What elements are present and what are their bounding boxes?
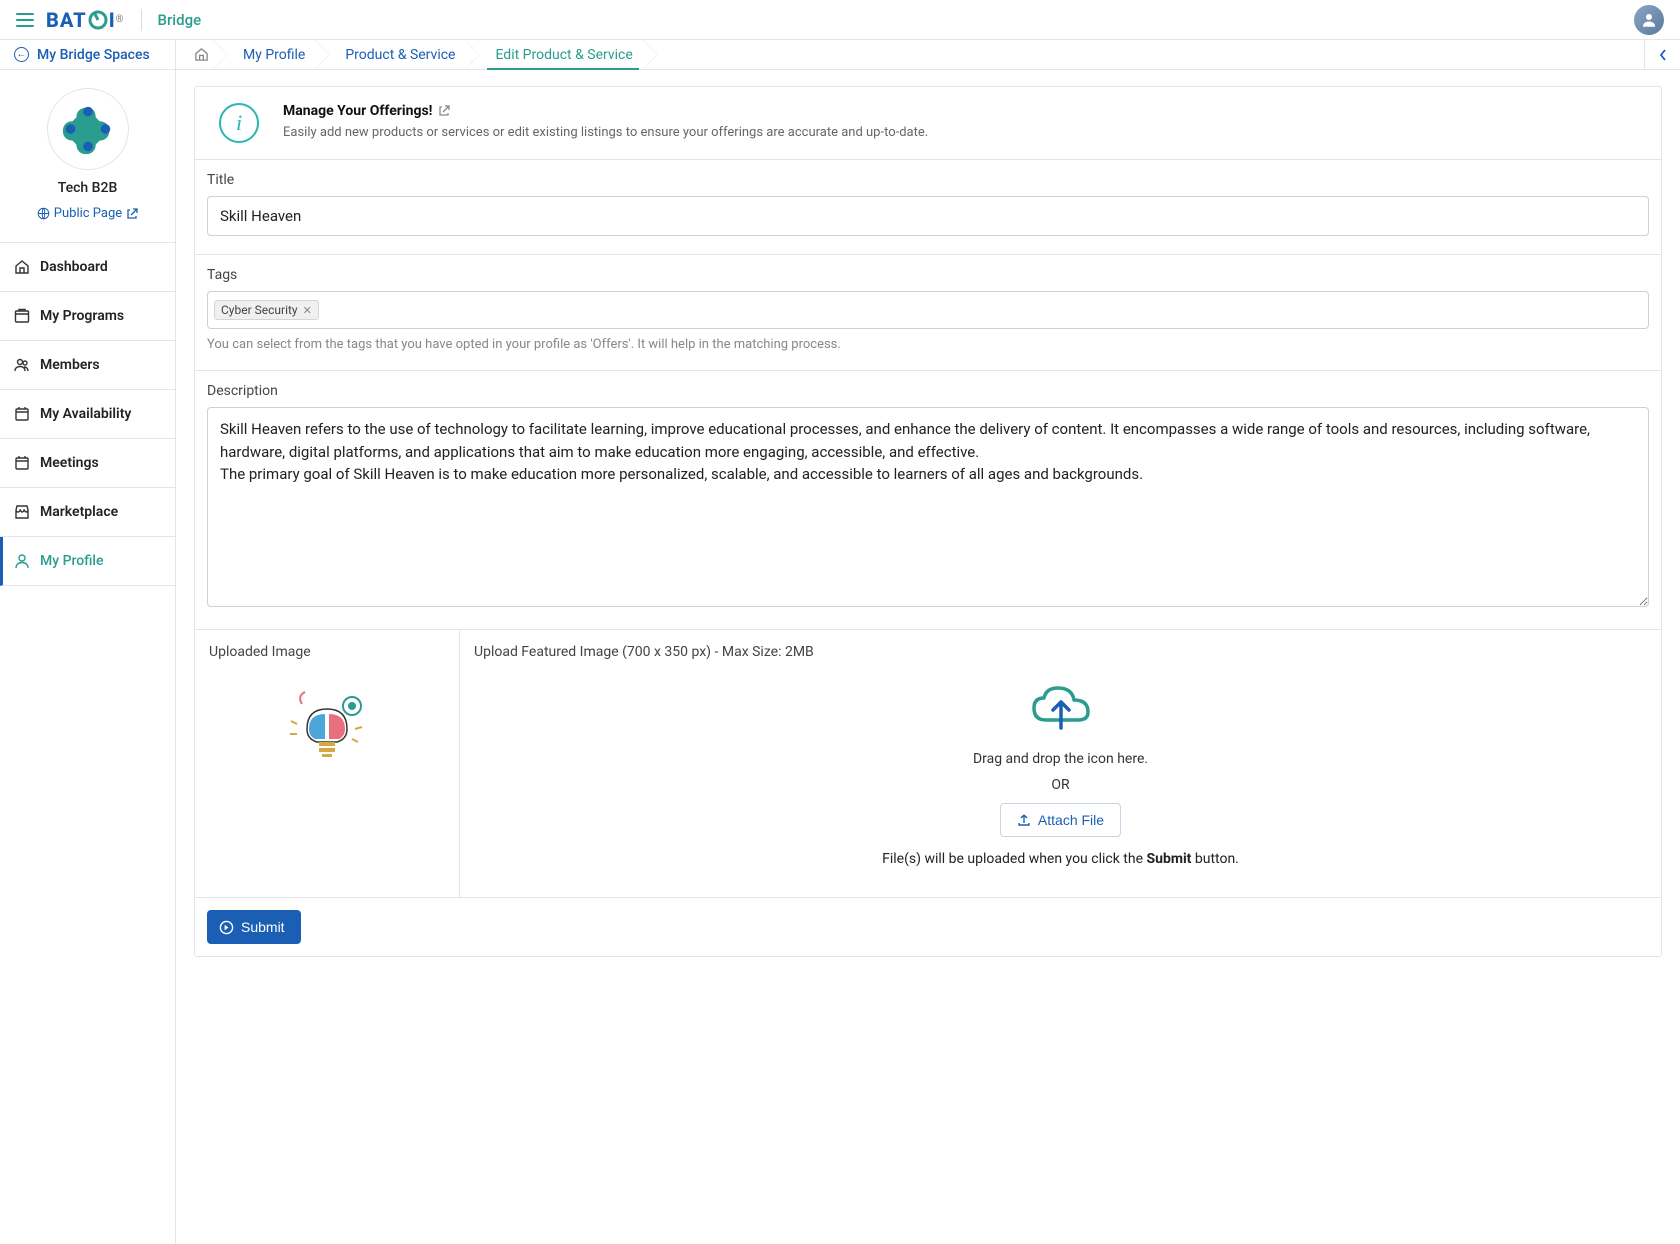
public-page-label: Public Page xyxy=(54,206,122,221)
uploaded-image-label: Uploaded Image xyxy=(209,644,445,660)
home-icon xyxy=(14,259,30,275)
globe-icon xyxy=(37,207,50,220)
breadcrumb-edit-product[interactable]: Edit Product & Service xyxy=(479,40,656,69)
breadcrumb-home[interactable] xyxy=(176,40,227,69)
user-icon xyxy=(14,553,30,569)
tags-label: Tags xyxy=(207,267,1649,283)
title-label: Title xyxy=(207,172,1649,188)
app-name[interactable]: Bridge xyxy=(158,11,202,29)
calendar-check-icon xyxy=(14,455,30,471)
nav-availability[interactable]: My Availability xyxy=(0,390,175,439)
tags-help: You can select from the tags that you ha… xyxy=(207,337,1649,352)
org-logo xyxy=(47,88,129,170)
menu-toggle[interactable] xyxy=(16,13,34,27)
home-icon xyxy=(194,47,209,62)
upload-icon xyxy=(1017,813,1031,827)
calendar-icon xyxy=(14,406,30,422)
breadcrumb-my-profile[interactable]: My Profile xyxy=(227,40,329,69)
tag-remove-button[interactable]: ✕ xyxy=(303,304,312,317)
external-link-icon xyxy=(126,208,138,220)
submit-arrow-icon xyxy=(219,920,234,935)
upload-note: File(s) will be uploaded when you click … xyxy=(474,851,1647,867)
description-label: Description xyxy=(207,383,1649,399)
or-text: OR xyxy=(474,777,1647,793)
folder-icon xyxy=(14,308,30,324)
back-label: My Bridge Spaces xyxy=(37,47,150,63)
upload-cloud-icon xyxy=(1026,680,1096,735)
nav-my-profile[interactable]: My Profile xyxy=(0,537,175,586)
chevron-left-icon xyxy=(1658,49,1668,61)
title-input[interactable] xyxy=(207,196,1649,236)
tag-chip: Cyber Security ✕ xyxy=(214,300,319,320)
user-avatar[interactable] xyxy=(1634,5,1664,35)
submit-button[interactable]: Submit xyxy=(207,910,301,944)
public-page-link[interactable]: Public Page xyxy=(37,206,138,221)
breadcrumb-product-service[interactable]: Product & Service xyxy=(329,40,479,69)
store-icon xyxy=(14,504,30,520)
external-link-icon[interactable] xyxy=(438,105,450,117)
info-icon: i xyxy=(219,103,259,143)
users-icon xyxy=(14,357,30,373)
breadcrumb: My Profile Product & Service Edit Produc… xyxy=(176,40,1680,70)
org-name: Tech B2B xyxy=(0,180,175,196)
nav-meetings[interactable]: Meetings xyxy=(0,439,175,488)
nav-dashboard[interactable]: Dashboard xyxy=(0,243,175,292)
banner-title: Manage Your Offerings! xyxy=(283,103,450,119)
uploaded-image-thumbnail xyxy=(277,674,377,764)
nav-programs[interactable]: My Programs xyxy=(0,292,175,341)
tags-input[interactable]: Cyber Security ✕ xyxy=(207,291,1649,329)
nav-members[interactable]: Members xyxy=(0,341,175,390)
brand-logo[interactable]: BATI® xyxy=(46,8,125,32)
collapse-panel-button[interactable] xyxy=(1644,40,1680,69)
banner-desc: Easily add new products or services or e… xyxy=(283,125,928,140)
nav-marketplace[interactable]: Marketplace xyxy=(0,488,175,537)
upload-label: Upload Featured Image (700 x 350 px) - M… xyxy=(474,644,1647,660)
description-textarea[interactable] xyxy=(207,407,1649,607)
attach-file-button[interactable]: Attach File xyxy=(1000,803,1121,837)
back-to-spaces[interactable]: My Bridge Spaces xyxy=(0,40,175,70)
drop-zone-text: Drag and drop the icon here. xyxy=(474,751,1647,767)
back-arrow-icon xyxy=(14,47,29,62)
